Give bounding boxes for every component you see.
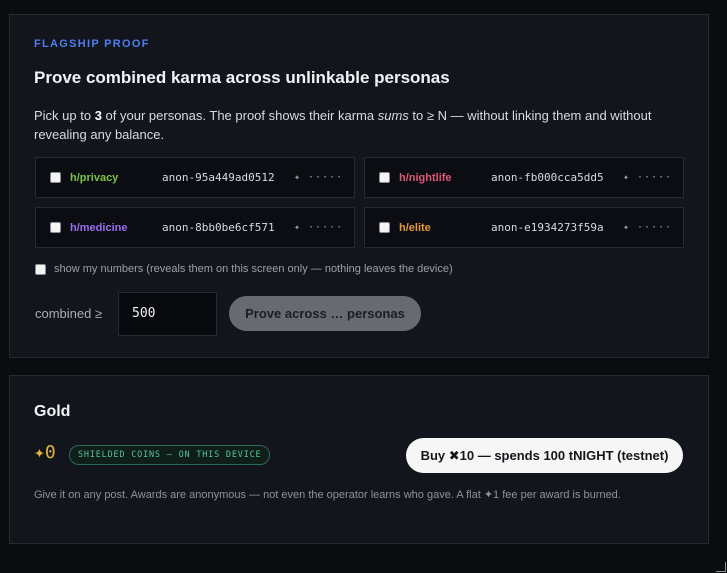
gold-note: Give it on any post. Awards are anonymou…	[34, 489, 621, 501]
desc-part: Pick up to	[34, 108, 95, 123]
combined-threshold-label: combined ≥	[35, 306, 103, 321]
karma-hidden-indicator: ✦ ·····	[623, 222, 673, 233]
flagship-proof-card: FLAGSHIP PROOF Prove combined karma acro…	[9, 14, 709, 358]
threshold-input[interactable]: 500	[118, 292, 217, 336]
section-eyebrow: FLAGSHIP PROOF	[34, 38, 150, 50]
persona-option-privacy[interactable]: h/privacy anon-95a449ad0512 ✦ ·····	[35, 157, 355, 198]
persona-checkbox[interactable]	[379, 222, 390, 233]
desc-part: of your personas. The proof shows their …	[101, 108, 378, 123]
persona-anon-id: anon-95a449ad0512	[162, 171, 275, 184]
show-numbers-label: show my numbers (reveals them on this sc…	[54, 263, 453, 275]
persona-option-medicine[interactable]: h/medicine anon-8bb0be6cf571 ✦ ·····	[35, 207, 355, 248]
buy-gold-button[interactable]: Buy ✖10 — spends 100 tNIGHT (testnet)	[406, 438, 683, 473]
persona-name: h/medicine	[70, 221, 128, 234]
desc-count: 3	[94, 108, 102, 123]
show-numbers-checkbox[interactable]	[35, 263, 46, 275]
karma-hidden-indicator: ✦ ·····	[294, 172, 344, 183]
persona-option-elite[interactable]: h/elite anon-e1934273f59a ✦ ·····	[364, 207, 684, 248]
karma-hidden-indicator: ✦ ·····	[294, 222, 344, 233]
persona-name: h/elite	[399, 221, 431, 234]
persona-name: h/privacy	[70, 171, 119, 184]
persona-option-nightlife[interactable]: h/nightlife anon-fb000cca5dd5 ✦ ·····	[364, 157, 684, 198]
prove-across-personas-button[interactable]: Prove across … personas	[229, 296, 421, 331]
persona-anon-id: anon-8bb0be6cf571	[162, 221, 275, 234]
karma-hidden-indicator: ✦ ·····	[623, 172, 673, 183]
persona-anon-id: anon-e1934273f59a	[491, 221, 604, 234]
proof-title: Prove combined karma across unlinkable p…	[34, 68, 450, 87]
shielded-coins-badge: SHIELDED COINS — ON THIS DEVICE	[69, 445, 271, 465]
resize-handle-icon[interactable]	[716, 562, 726, 572]
gold-title: Gold	[34, 403, 71, 420]
gold-balance: ✦0	[34, 442, 56, 463]
gold-card: Gold ✦0 SHIELDED COINS — ON THIS DEVICE …	[9, 375, 709, 544]
persona-checkbox[interactable]	[50, 172, 61, 183]
show-numbers-toggle[interactable]: show my numbers (reveals them on this sc…	[35, 263, 453, 275]
persona-checkbox[interactable]	[379, 172, 390, 183]
desc-sums: sums	[377, 108, 409, 123]
persona-name: h/nightlife	[399, 171, 452, 184]
persona-anon-id: anon-fb000cca5dd5	[491, 171, 604, 184]
proof-description: Pick up to 3 of your personas. The proof…	[34, 106, 694, 144]
persona-checkbox[interactable]	[50, 222, 61, 233]
